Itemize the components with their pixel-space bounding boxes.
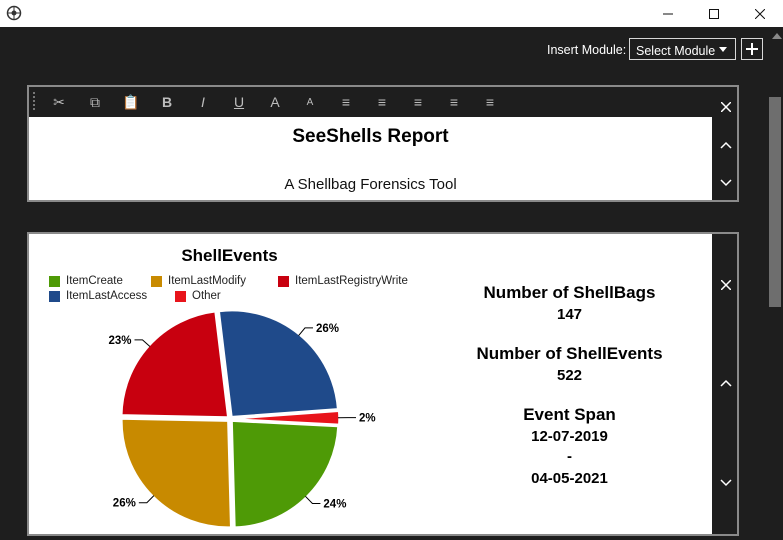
move-down-button[interactable] xyxy=(715,472,737,494)
chevron-down-icon xyxy=(720,479,732,487)
chevron-down-icon xyxy=(720,179,732,187)
cut-icon[interactable]: ✂ xyxy=(49,92,69,112)
legend-item: ItemCreate xyxy=(49,275,123,287)
shellevents-value: 522 xyxy=(556,367,583,384)
pie-leader-line xyxy=(298,327,313,336)
minimize-icon xyxy=(663,13,673,14)
main-content: Insert Module: Select Module ✂ ⧉ 📋 B I U A A ≡ ≡ ≡… xyxy=(0,27,783,540)
legend-item: Other xyxy=(175,290,221,302)
legend-item: ItemLastRegistryWrite xyxy=(278,275,408,287)
report-title: SeeShells Report xyxy=(292,126,449,147)
scroll-up-arrow[interactable] xyxy=(772,33,782,39)
underline-icon[interactable]: U xyxy=(229,92,249,112)
text-module: ✂ ⧉ 📋 B I U A A ≡ ≡ ≡ ≡ ≡ SeeShells Report A Shellba… xyxy=(27,85,739,202)
shellbags-label: Number of ShellBags xyxy=(483,283,656,302)
shellevents-label: Number of ShellEvents xyxy=(476,344,663,363)
chevron-down-icon xyxy=(719,47,727,52)
paste-icon[interactable]: 📋 xyxy=(121,92,141,112)
drag-handle[interactable] xyxy=(33,92,38,110)
remove-module-button[interactable] xyxy=(715,274,737,296)
chevron-up-icon xyxy=(720,379,732,387)
bullet-list-icon[interactable]: ≡ xyxy=(336,92,356,112)
report-card: ShellEvents ItemCreate ItemLastModify It… xyxy=(29,234,712,534)
decrease-font-icon[interactable]: A xyxy=(300,92,320,112)
chevron-up-icon xyxy=(720,141,732,149)
pie-data-label: 26% xyxy=(316,323,339,335)
insert-module-label: Insert Module: xyxy=(547,43,627,57)
module-select[interactable]: Select Module xyxy=(629,38,736,60)
legend-label: ItemLastRegistryWrite xyxy=(295,275,408,287)
move-up-button[interactable] xyxy=(715,372,737,394)
move-up-button[interactable] xyxy=(715,134,737,156)
justify-icon[interactable]: ≡ xyxy=(480,92,500,112)
chart-module: ShellEvents ItemCreate ItemLastModify It… xyxy=(27,232,739,536)
event-span-label: Event Span xyxy=(523,405,616,424)
pie-data-label: 24% xyxy=(323,498,346,510)
scrollbar-thumb[interactable] xyxy=(769,97,781,307)
title-bar xyxy=(0,0,783,27)
module-select-value: Select Module xyxy=(636,44,716,58)
close-button[interactable] xyxy=(737,0,783,27)
minimize-button[interactable] xyxy=(645,0,691,27)
pie-slice-ItemLastModify xyxy=(121,418,232,528)
remove-module-button[interactable] xyxy=(715,96,737,118)
maximize-button[interactable] xyxy=(691,0,737,27)
chart-title: ShellEvents xyxy=(181,246,278,265)
pie-slice-ItemCreate xyxy=(231,420,339,528)
align-left-icon[interactable]: ≡ xyxy=(372,92,392,112)
align-right-icon[interactable]: ≡ xyxy=(444,92,464,112)
align-center-icon[interactable]: ≡ xyxy=(408,92,428,112)
italic-icon[interactable]: I xyxy=(193,92,213,112)
add-module-button[interactable] xyxy=(741,38,763,60)
event-span-start: 12-07-2019 xyxy=(531,428,608,445)
text-editor[interactable]: SeeShells Report A Shellbag Forensics To… xyxy=(29,117,712,200)
legend-label: ItemLastModify xyxy=(168,275,246,287)
pie-chart: 26% 2% 24% 26% 23% xyxy=(108,310,376,528)
legend-swatch xyxy=(278,275,289,287)
close-icon xyxy=(755,8,765,19)
legend-label: ItemLastAccess xyxy=(66,290,148,302)
pie-data-label: 23% xyxy=(108,335,131,347)
legend-swatch xyxy=(151,275,162,287)
event-span-end: 04-05-2021 xyxy=(531,470,608,487)
move-down-button[interactable] xyxy=(715,172,737,194)
legend-swatch xyxy=(49,275,60,287)
pie-slice-ItemLastRegistryWrite xyxy=(121,310,229,418)
increase-font-icon[interactable]: A xyxy=(265,92,285,112)
pie-leader-line xyxy=(305,495,321,504)
app-icon xyxy=(6,5,22,21)
report-subtitle: A Shellbag Forensics Tool xyxy=(284,176,457,193)
legend-swatch xyxy=(49,290,60,302)
pie-leader-line xyxy=(134,339,151,347)
copy-icon[interactable]: ⧉ xyxy=(85,92,105,112)
maximize-icon xyxy=(709,8,719,19)
close-icon xyxy=(721,102,731,112)
pie-data-label: 26% xyxy=(113,498,136,510)
shellbags-value: 147 xyxy=(556,306,583,323)
legend-label: ItemCreate xyxy=(66,275,123,287)
pie-data-label: 2% xyxy=(359,413,376,425)
plus-icon xyxy=(746,43,758,55)
event-span-separator: - xyxy=(567,448,572,465)
legend-label: Other xyxy=(192,290,221,302)
bold-icon[interactable]: B xyxy=(157,92,177,112)
editor-toolbar: ✂ ⧉ 📋 B I U A A ≡ ≡ ≡ ≡ ≡ xyxy=(29,87,715,117)
legend-item: ItemLastAccess xyxy=(49,290,147,302)
legend-item: ItemLastModify xyxy=(151,275,246,287)
legend-swatch xyxy=(175,290,186,302)
pie-leader-line xyxy=(138,495,155,504)
close-icon xyxy=(721,280,731,290)
